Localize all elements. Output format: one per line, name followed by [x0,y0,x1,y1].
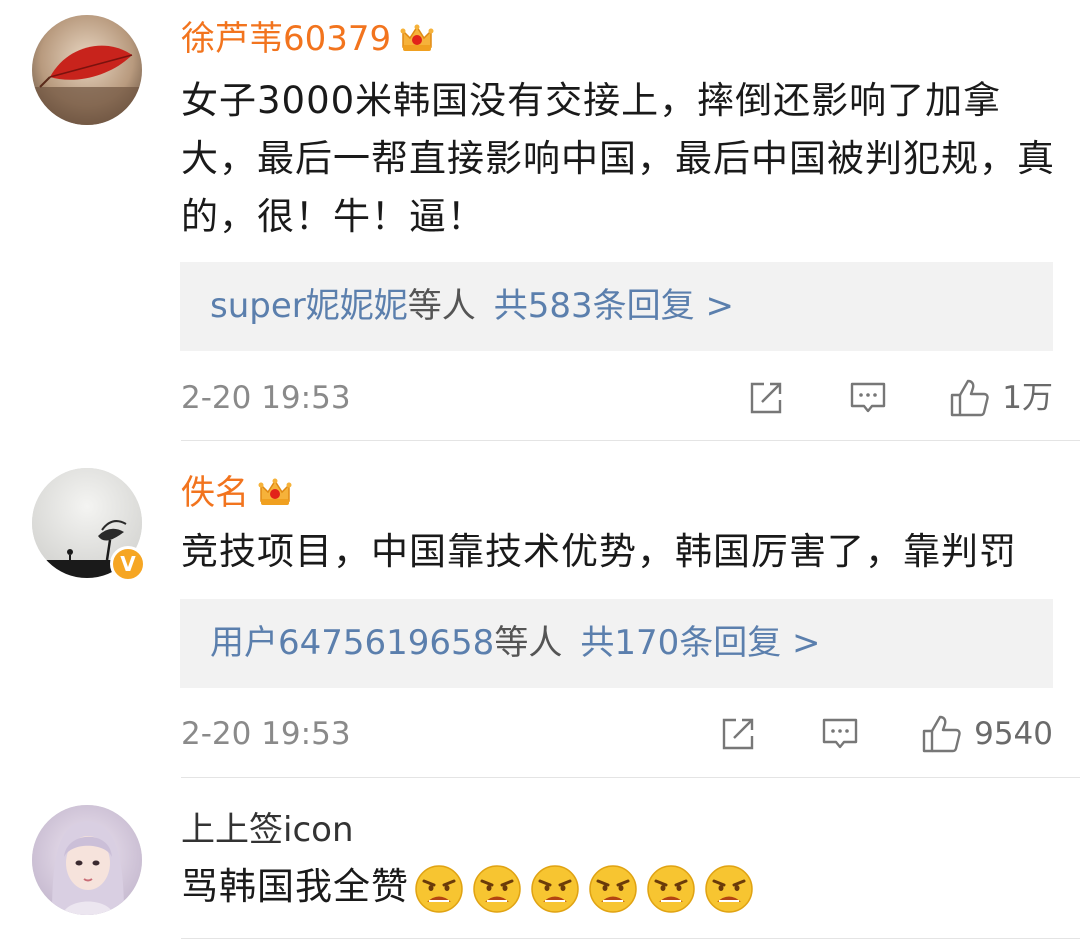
username-text[interactable]: 上上签icon [181,810,354,850]
emoji-row [413,863,755,915]
reply-summary[interactable]: 用户6475619658等人 共170条回复 > [180,599,1053,688]
verified-v-icon: V [110,546,146,582]
timestamp: 2-20 19:53 [181,380,351,416]
angry-face-emoji [531,864,579,913]
crown-vip-icon [400,24,434,51]
angry-face-emoji [473,864,521,913]
reply-user[interactable]: 用户6475619658 [210,623,494,663]
reply-count-link[interactable]: 共170条回复 > [580,623,820,663]
username[interactable]: 上上签icon [181,810,354,850]
reply-count-link[interactable]: 共583条回复 > [494,286,734,326]
comment-text: 竞技项目，中国靠技术优势，韩国厉害了，靠判罚 [181,530,1017,573]
username[interactable]: 佚名 [181,473,293,513]
comment-icon[interactable] [848,378,888,418]
angry-face-emoji [705,864,753,913]
username-text[interactable]: 徐芦苇60379 [181,19,391,59]
angry-face-emoji [647,864,695,913]
username[interactable]: 徐芦苇60379 [181,19,435,59]
comment-meta: 2-20 19:53 1万 [181,376,1053,420]
comment-icon[interactable] [820,714,860,754]
reply-suffix: 等人 [494,623,563,663]
divider [181,440,1080,441]
username-text[interactable]: 佚名 [181,473,249,513]
action-bar: 9540 [718,712,1053,756]
angry-face-emoji [589,864,637,913]
reply-summary[interactable]: super妮妮妮等人 共583条回复 > [180,262,1053,351]
comment-text: 女子3000米韩国没有交接上，摔倒还影响了加拿大，最后一帮直接影响中国，最后中国… [181,79,1055,238]
like-thumb-icon[interactable] [948,377,990,419]
action-bar: 1万 [746,376,1053,420]
crown-vip-icon [258,478,292,505]
comment-text-content: 骂韩国我全赞 [181,865,409,908]
comment-meta: 2-20 19:53 9540 [181,712,1053,756]
timestamp: 2-20 19:53 [181,716,351,752]
comment-text: 骂韩国我全赞 [181,858,1061,916]
angry-face-emoji [415,864,463,913]
reply-user[interactable]: super妮妮妮 [210,286,408,326]
like-count: 1万 [1002,380,1053,416]
reply-suffix: 等人 [407,286,476,326]
avatar[interactable] [32,805,142,915]
divider [181,938,1080,939]
divider [181,777,1080,778]
like-thumb-icon[interactable] [920,713,962,755]
repost-icon[interactable] [718,714,758,754]
repost-icon[interactable] [746,378,786,418]
like-count: 9540 [974,716,1053,752]
avatar[interactable] [32,15,142,125]
